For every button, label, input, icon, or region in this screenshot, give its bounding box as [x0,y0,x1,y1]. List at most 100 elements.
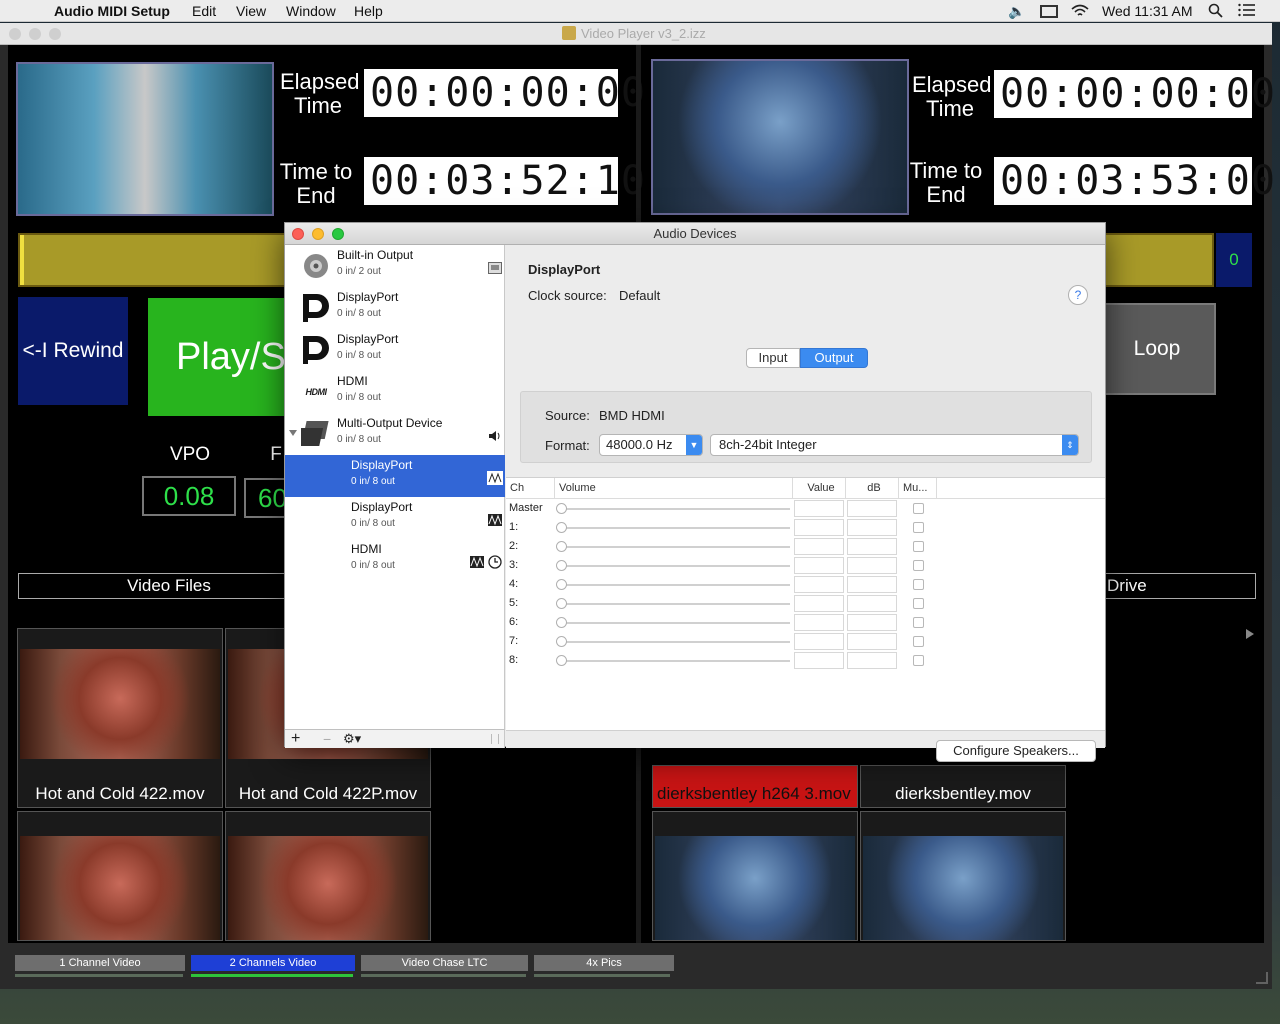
loop-button[interactable]: Loop [1098,303,1216,395]
value-field[interactable] [794,595,844,612]
video-file-tile[interactable] [860,811,1066,941]
device-actions-gear-button[interactable]: ⚙▾ [343,730,361,748]
sample-rate-popup[interactable]: 48000.0 Hz ▼ [599,434,703,456]
device-io: 0 in/ 8 out [337,392,381,403]
video-file-tile[interactable]: dierksbentley.mov [860,765,1066,808]
device-item[interactable]: DisplayPort 0 in/ 8 out [285,329,505,371]
col-ch[interactable]: Ch [506,478,555,498]
configure-speakers-button[interactable]: Configure Speakers... [936,740,1096,762]
format-popup[interactable]: 8ch-24bit Integer ⇕ [710,434,1079,456]
col-value[interactable]: Value [793,478,846,498]
db-field[interactable] [847,500,897,517]
menu-window[interactable]: Window [286,3,336,19]
value-field[interactable] [794,538,844,555]
volume-slider[interactable] [556,541,567,552]
video-file-tile[interactable]: Hot and Cold 422.mov [17,628,223,808]
rewind-button[interactable]: <-I Rewind [18,297,128,405]
value-field[interactable] [794,652,844,669]
minimize-button[interactable] [312,228,324,240]
output-segment[interactable]: Output [800,348,868,368]
mute-checkbox[interactable] [913,655,924,666]
db-field[interactable] [847,557,897,574]
value-field[interactable] [794,633,844,650]
col-mute[interactable]: Mu... [899,478,937,498]
mute-checkbox[interactable] [913,636,924,647]
value-field[interactable] [794,576,844,593]
value-field[interactable] [794,500,844,517]
db-field[interactable] [847,576,897,593]
tab-1-channel-video[interactable]: 1 Channel Video [15,955,185,971]
db-field[interactable] [847,538,897,555]
play-stop-button[interactable]: Play/S [148,298,298,416]
col-volume[interactable]: Volume [555,478,793,498]
volume-slider[interactable] [556,617,567,628]
volume-slider[interactable] [556,636,567,647]
mute-checkbox[interactable] [913,617,924,628]
volume-slider[interactable] [556,522,567,533]
db-field[interactable] [847,595,897,612]
value-field[interactable] [794,519,844,536]
left-video-preview[interactable] [16,62,274,216]
db-field[interactable] [847,652,897,669]
resize-handle-icon[interactable] [491,734,499,744]
db-field[interactable] [847,519,897,536]
device-item[interactable]: HDMI 0 in/ 8 out [285,539,505,581]
volume-slider[interactable] [556,655,567,666]
tab-2-channels-video[interactable]: 2 Channels Video [191,955,355,971]
window-resize-grip-icon[interactable] [1256,972,1268,984]
device-io: 0 in/ 2 out [337,266,381,277]
mute-checkbox[interactable] [913,541,924,552]
device-item[interactable]: Built-in Output 0 in/ 2 out [285,245,505,287]
wifi-icon[interactable] [1070,3,1090,22]
tab-4x-pics[interactable]: 4x Pics [534,955,674,971]
volume-slider[interactable] [556,579,567,590]
video-file-tile[interactable] [225,811,431,941]
help-button[interactable]: ? [1068,285,1088,305]
volume-icon[interactable]: 🔈 [1008,3,1025,20]
col-db[interactable]: dB [846,478,899,498]
channel-row: 7: [506,632,1105,651]
mute-checkbox[interactable] [913,598,924,609]
volume-slider[interactable] [556,598,567,609]
notification-center-icon[interactable] [1238,3,1256,20]
mute-checkbox[interactable] [913,560,924,571]
volume-slider[interactable] [556,503,567,514]
menubar-clock[interactable]: Wed 11:31 AM [1102,3,1193,19]
video-file-tile-selected[interactable]: dierksbentley h264 3.mov [652,765,858,808]
add-device-button[interactable]: + [291,730,300,748]
main-close-button[interactable] [9,28,21,40]
spotlight-search-icon[interactable] [1208,3,1224,22]
device-item-selected[interactable]: DisplayPort 0 in/ 8 out [285,455,505,497]
main-minimize-button[interactable] [29,28,41,40]
scroll-right-arrow-icon[interactable] [1246,629,1254,639]
mute-checkbox[interactable] [913,579,924,590]
close-button[interactable] [292,228,304,240]
value-field[interactable] [794,557,844,574]
clock-source-value[interactable]: Default [619,288,660,303]
device-item[interactable]: DisplayPort 0 in/ 8 out [285,287,505,329]
video-file-tile[interactable] [17,811,223,941]
input-segment[interactable]: Input [746,348,800,368]
mute-checkbox[interactable] [913,503,924,514]
main-zoom-button[interactable] [49,28,61,40]
disclosure-triangle-icon[interactable] [289,430,297,436]
zoom-button[interactable] [332,228,344,240]
right-video-preview[interactable] [651,59,909,215]
device-item[interactable]: HDMI HDMI 0 in/ 8 out [285,371,505,413]
value-field[interactable] [794,614,844,631]
video-file-tile[interactable] [652,811,858,941]
db-field[interactable] [847,614,897,631]
airplay-icon[interactable] [1040,5,1058,18]
db-field[interactable] [847,633,897,650]
vpo-value[interactable]: 0.08 [142,476,236,516]
app-menu[interactable]: Audio MIDI Setup [54,3,170,19]
menu-edit[interactable]: Edit [192,3,216,19]
device-item[interactable]: Multi-Output Device 0 in/ 8 out [285,413,505,455]
menu-help[interactable]: Help [354,3,383,19]
mute-checkbox[interactable] [913,522,924,533]
tab-video-chase-ltc[interactable]: Video Chase LTC [361,955,528,971]
device-item[interactable]: DisplayPort 0 in/ 8 out [285,497,505,539]
menu-view[interactable]: View [236,3,266,19]
volume-slider[interactable] [556,560,567,571]
remove-device-button[interactable]: − [323,730,331,748]
